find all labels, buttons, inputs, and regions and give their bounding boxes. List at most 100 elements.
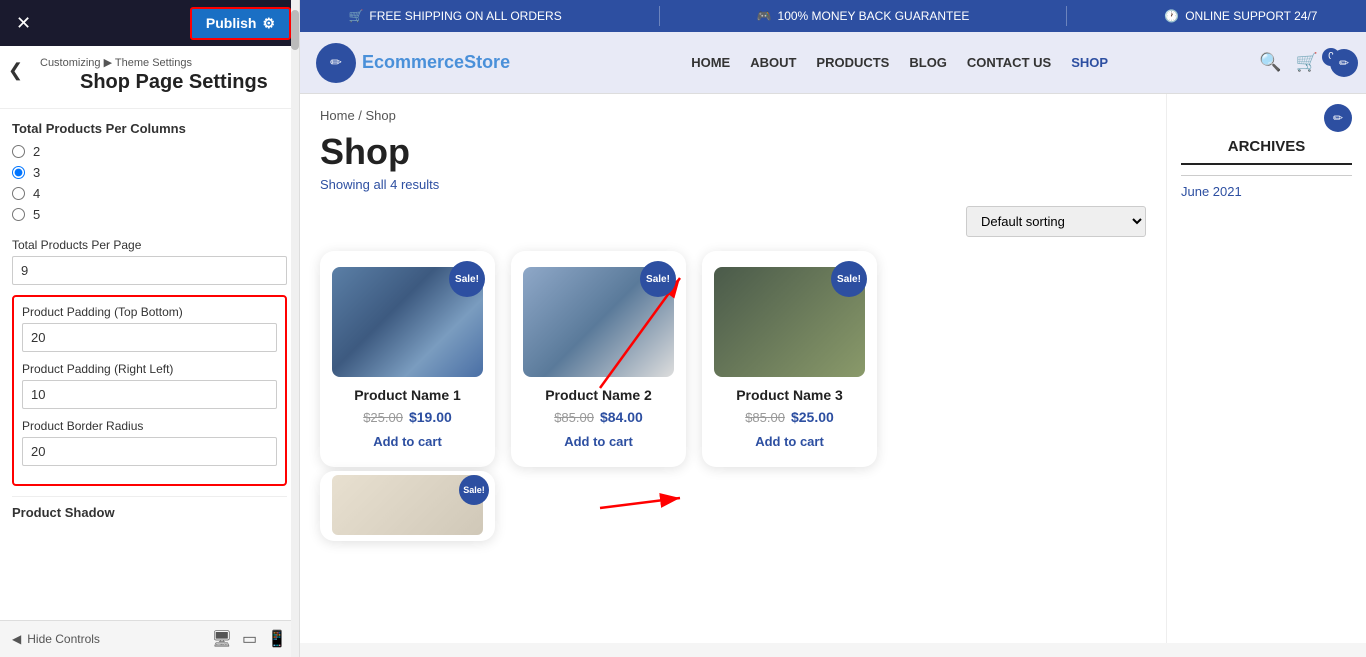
shop-title: Shop — [320, 131, 1146, 173]
product-name-1: Product Name 1 — [332, 387, 483, 403]
padding-right-left-input[interactable] — [22, 380, 277, 409]
column-radio-5[interactable] — [12, 208, 25, 221]
panel-title: Shop Page Settings — [40, 69, 287, 104]
add-to-cart-3[interactable]: Add to cart — [755, 434, 824, 449]
support-text: ONLINE SUPPORT 24/7 — [1185, 9, 1317, 23]
panel-footer: ◀ Hide Controls 🖥 ▭ 📱 — [0, 620, 299, 657]
add-to-cart-1[interactable]: Add to cart — [373, 434, 442, 449]
gear-icon: ⚙ — [262, 15, 275, 32]
sale-badge-partial: Sale! — [459, 475, 489, 505]
shop-main: Home / Shop Shop Showing all 4 results D… — [300, 94, 1166, 643]
product-name-3: Product Name 3 — [714, 387, 865, 403]
store-logo: ✏ EcommerceStore — [316, 43, 510, 83]
price-row-1: $25.00 $19.00 — [332, 409, 483, 425]
shop-sidebar: ✏ ARCHIVES June 2021 — [1166, 94, 1366, 643]
columns-radio-group: 2 3 4 5 — [12, 144, 287, 222]
support-icon: 🕐 — [1164, 9, 1179, 23]
shipping-text: FREE SHIPPING ON ALL ORDERS — [369, 9, 561, 23]
border-radius-input[interactable] — [22, 437, 277, 466]
product-card-1: Sale! Product Name 1 $25.00 $19.00 Add t… — [320, 251, 495, 467]
nav-about[interactable]: ABOUT — [750, 55, 796, 70]
product-name-2: Product Name 2 — [523, 387, 674, 403]
price-sale-1: $19.00 — [409, 409, 452, 425]
column-radio-4[interactable] — [12, 187, 25, 200]
product-card-2: Sale! Product Name 2 $85.00 $84.00 Add t… — [511, 251, 686, 467]
mobile-icon[interactable]: 📱 — [267, 629, 287, 649]
products-row2: Sale! — [320, 471, 1146, 541]
sale-badge-3: Sale! — [831, 261, 867, 297]
promo-item-3: 🕐 ONLINE SUPPORT 24/7 — [1164, 9, 1317, 23]
promo-item-2: 🎮 100% MONEY BACK GUARANTEE — [757, 9, 970, 23]
nav-edit-pencil[interactable]: ✏ — [1330, 49, 1358, 77]
price-row-3: $85.00 $25.00 — [714, 409, 865, 425]
column-option-3[interactable]: 3 — [12, 165, 287, 180]
device-icons-group: 🖥 ▭ 📱 — [212, 629, 287, 649]
scrollbar-thumb[interactable] — [291, 10, 299, 50]
border-radius-section: Product Border Radius — [22, 419, 277, 466]
logo-pencil-icon: ✏ — [330, 54, 342, 71]
column-radio-3[interactable] — [12, 166, 25, 179]
shipping-icon: 🛒 — [348, 9, 363, 23]
shop-toolbar: Default sorting Sort by popularity Sort … — [320, 206, 1146, 237]
sale-badge-2: Sale! — [640, 261, 676, 297]
padding-top-bottom-label: Product Padding (Top Bottom) — [22, 305, 277, 319]
logo-text: EcommerceStore — [362, 52, 510, 73]
total-per-page-input[interactable] — [12, 256, 287, 285]
showing-results: Showing all 4 results — [320, 177, 1146, 192]
scrollbar[interactable] — [291, 0, 299, 657]
store-content: Home / Shop Shop Showing all 4 results D… — [300, 94, 1366, 643]
back-button[interactable]: ❮ — [8, 60, 23, 81]
padding-top-bottom-section: Product Padding (Top Bottom) — [22, 305, 277, 352]
search-icon[interactable]: 🔍 — [1259, 52, 1281, 73]
archives-june-2021[interactable]: June 2021 — [1181, 184, 1352, 199]
column-option-4[interactable]: 4 — [12, 186, 287, 201]
column-radio-2[interactable] — [12, 145, 25, 158]
padding-top-bottom-input[interactable] — [22, 323, 277, 352]
column-option-2[interactable]: 2 — [12, 144, 287, 159]
product-card-3: Sale! Product Name 3 $85.00 $25.00 Add t… — [702, 251, 877, 467]
nav-products[interactable]: PRODUCTS — [816, 55, 889, 70]
breadcrumb: Customizing ▶ Theme Settings — [40, 56, 287, 69]
store-preview: 🛒 FREE SHIPPING ON ALL ORDERS 🎮 100% MON… — [300, 0, 1366, 657]
promo-divider-2 — [1066, 6, 1067, 26]
money-back-text: 100% MONEY BACK GUARANTEE — [778, 9, 970, 23]
close-button[interactable]: ✕ — [8, 9, 39, 38]
breadcrumb-area: ❮ Customizing ▶ Theme Settings Shop Page… — [0, 46, 299, 109]
price-sale-2: $84.00 — [600, 409, 643, 425]
column-option-5[interactable]: 5 — [12, 207, 287, 222]
nav-home[interactable]: HOME — [691, 55, 730, 70]
product-shadow-section: Product Shadow — [12, 496, 287, 520]
publish-button[interactable]: Publish ⚙ — [190, 7, 291, 40]
logo-circle: ✏ — [316, 43, 356, 83]
store-nav: ✏ EcommerceStore HOME ABOUT PRODUCTS BLO… — [300, 32, 1366, 94]
archives-title: ARCHIVES — [1181, 138, 1352, 165]
add-to-cart-2[interactable]: Add to cart — [564, 434, 633, 449]
promo-divider-1 — [659, 6, 660, 26]
products-grid: Sale! Product Name 1 $25.00 $19.00 Add t… — [320, 251, 1146, 467]
hide-controls-button[interactable]: ◀ Hide Controls — [12, 632, 100, 646]
nav-blog[interactable]: BLOG — [909, 55, 947, 70]
promo-bar: 🛒 FREE SHIPPING ON ALL ORDERS 🎮 100% MON… — [300, 0, 1366, 32]
cart-icon[interactable]: 🛒 — [1296, 52, 1318, 73]
price-original-3: $85.00 — [745, 410, 785, 425]
customizer-panel: ✕ Publish ⚙ ❮ Customizing ▶ Theme Settin… — [0, 0, 300, 657]
padding-right-left-label: Product Padding (Right Left) — [22, 362, 277, 376]
top-bar: ✕ Publish ⚙ — [0, 0, 299, 46]
shop-breadcrumb: Home / Shop — [320, 108, 1146, 123]
padding-right-left-section: Product Padding (Right Left) — [22, 362, 277, 409]
sidebar-edit-pencil[interactable]: ✏ — [1324, 104, 1352, 132]
promo-item-1: 🛒 FREE SHIPPING ON ALL ORDERS — [348, 9, 561, 23]
price-original-1: $25.00 — [363, 410, 403, 425]
sort-select[interactable]: Default sorting Sort by popularity Sort … — [966, 206, 1146, 237]
highlighted-padding-section: Product Padding (Top Bottom) Product Pad… — [12, 295, 287, 486]
tablet-icon[interactable]: ▭ — [242, 629, 257, 649]
price-original-2: $85.00 — [554, 410, 594, 425]
desktop-icon[interactable]: 🖥 — [212, 629, 232, 649]
price-sale-3: $25.00 — [791, 409, 834, 425]
product-card-partial: Sale! — [320, 471, 495, 541]
nav-links: HOME ABOUT PRODUCTS BLOG CONTACT US SHOP — [540, 54, 1259, 72]
nav-contact[interactable]: CONTACT US — [967, 55, 1051, 70]
nav-shop[interactable]: SHOP — [1071, 55, 1108, 70]
total-columns-label: Total Products Per Columns — [12, 121, 287, 136]
total-per-page-label: Total Products Per Page — [12, 238, 287, 252]
